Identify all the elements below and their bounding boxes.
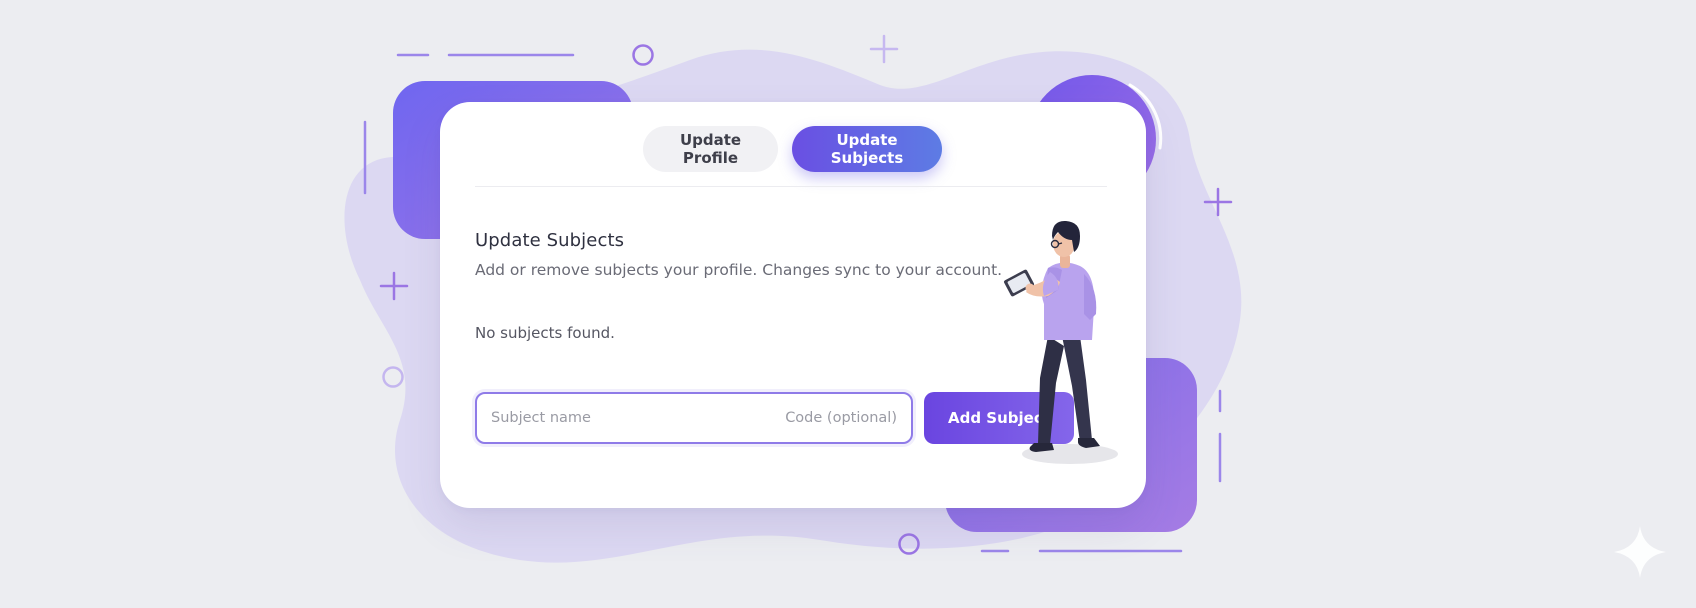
page: Update Profile Update Subjects Update Su…: [0, 0, 1696, 608]
empty-state-message: No subjects found.: [475, 324, 615, 342]
divider: [475, 186, 1107, 187]
tab-bar: Update Profile Update Subjects: [643, 126, 942, 172]
tab-update-profile[interactable]: Update Profile: [643, 126, 778, 172]
plus-icon: [869, 34, 899, 64]
person-with-tablet-illustration: [1004, 220, 1118, 464]
subject-code-input[interactable]: [765, 397, 911, 439]
sparkle-icon: [1614, 526, 1666, 578]
subject-name-input[interactable]: [477, 397, 765, 439]
subject-input-group: [475, 392, 913, 444]
tab-update-subjects[interactable]: Update Subjects: [792, 126, 942, 172]
section-title: Update Subjects: [475, 230, 625, 251]
section-description: Add or remove subjects your profile. Cha…: [475, 261, 1003, 279]
circle-outline-icon: [382, 366, 404, 388]
circle-outline-icon: [632, 44, 654, 66]
